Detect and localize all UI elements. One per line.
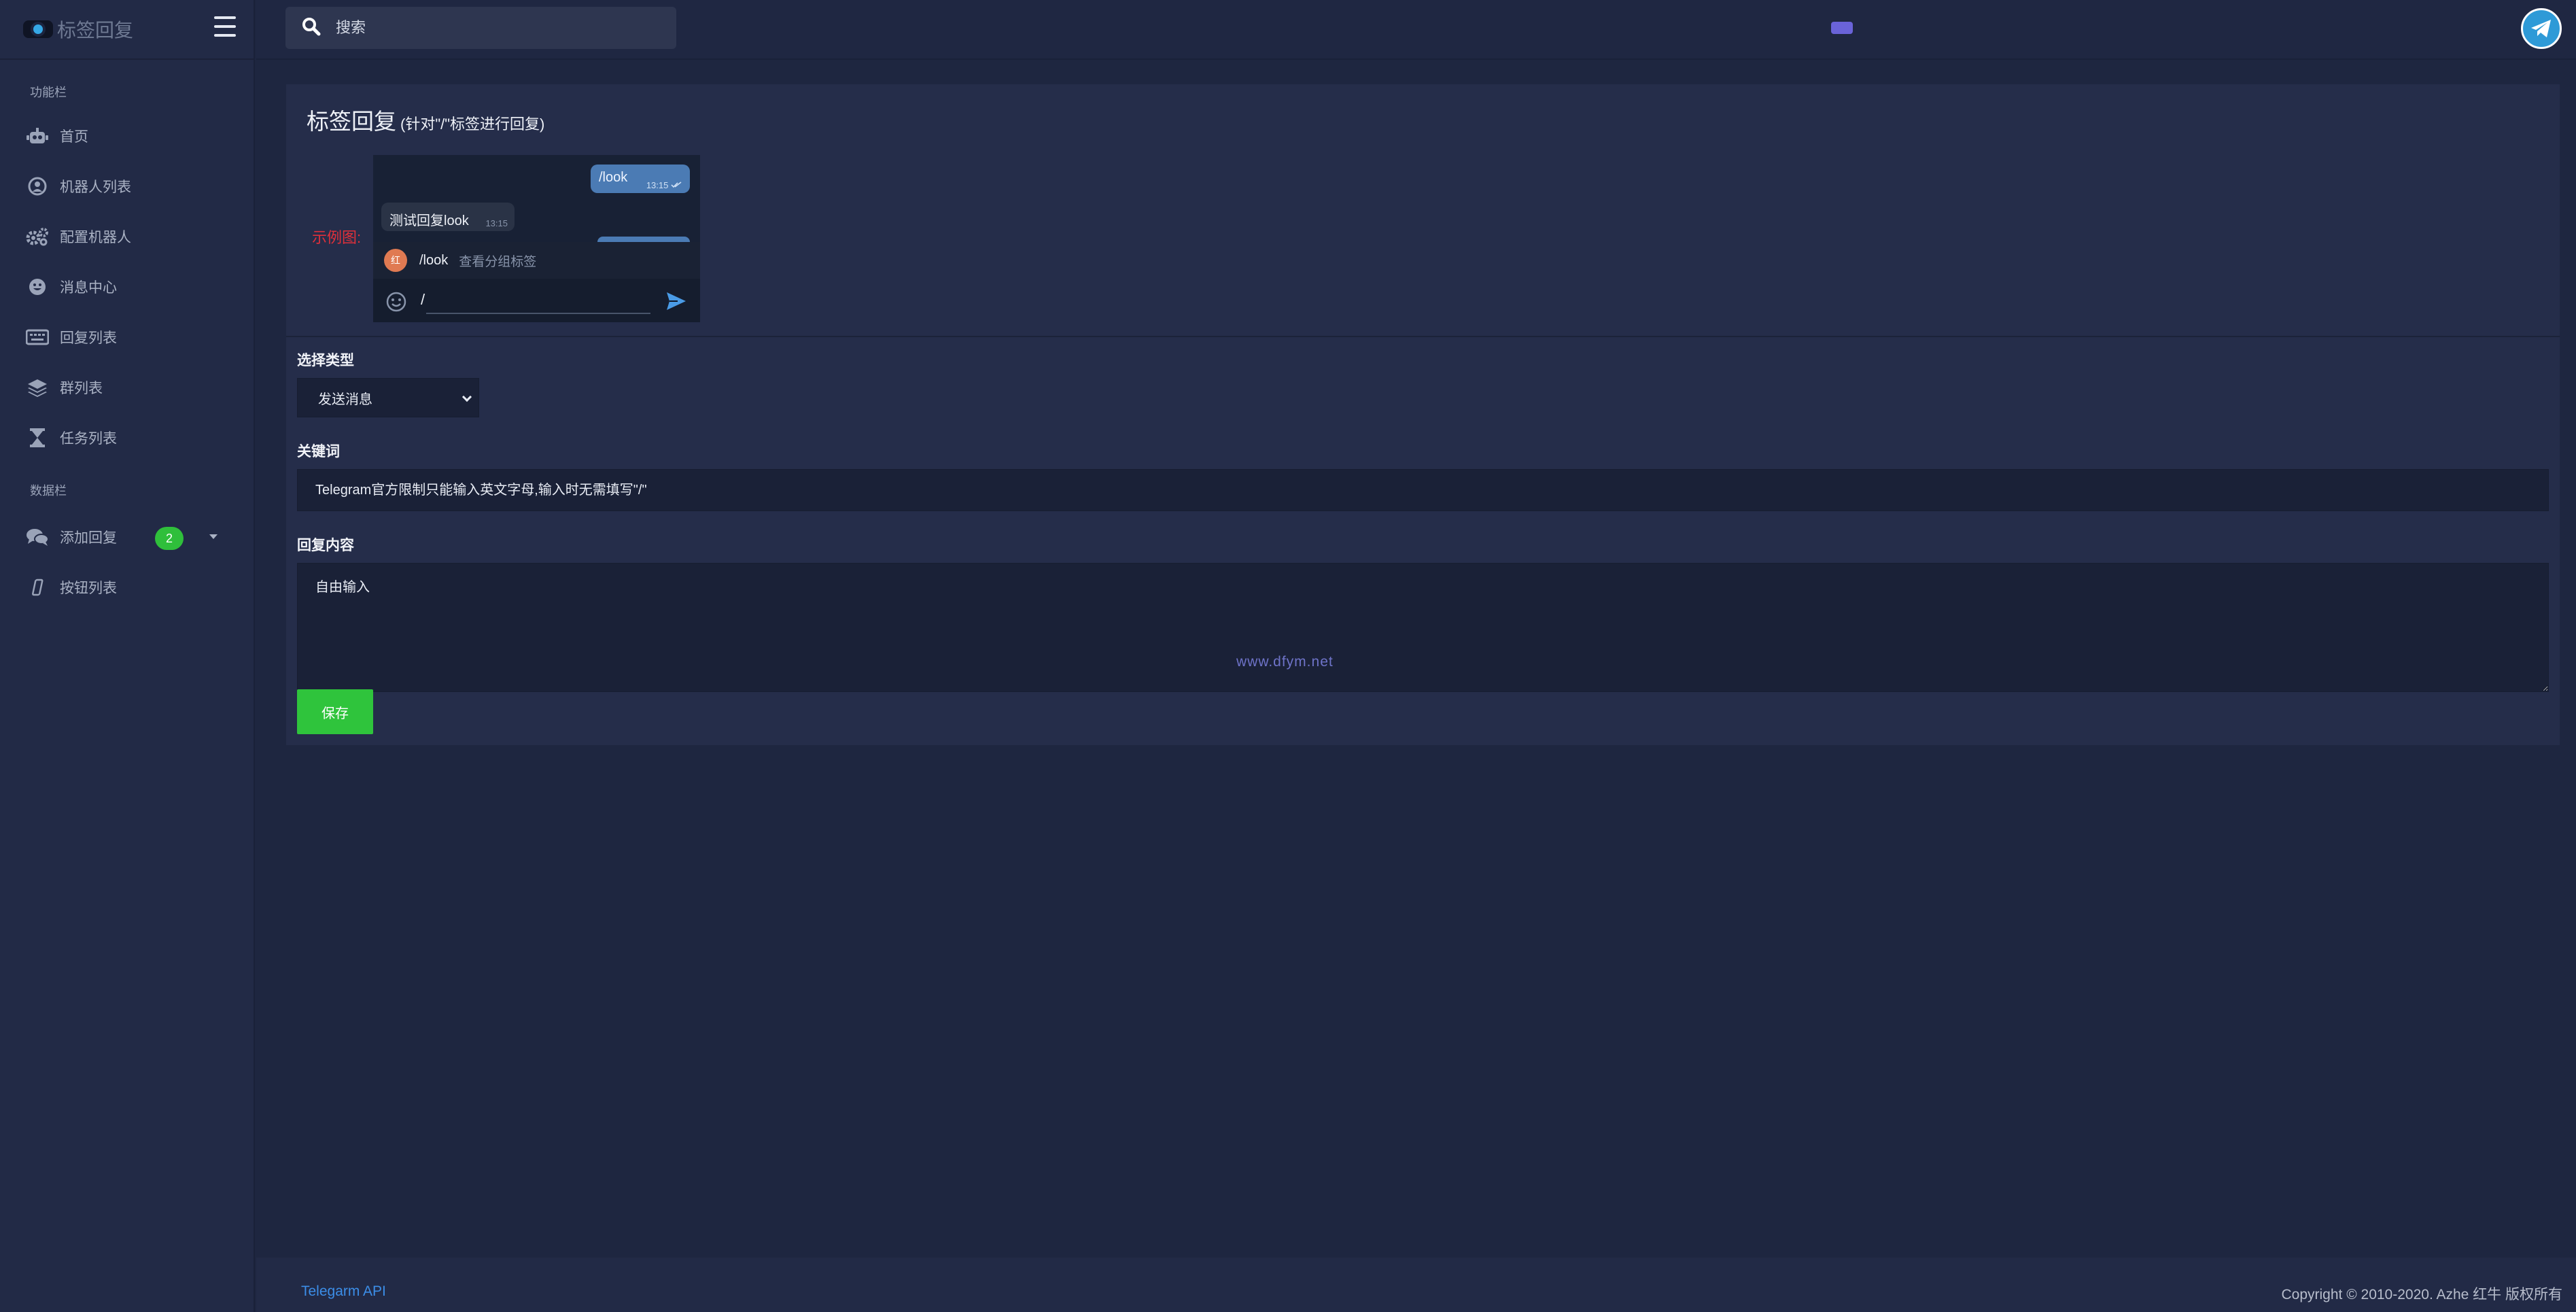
page-title-sub: (针对"/"标签进行回复) bbox=[400, 116, 545, 133]
section-label-functions: 功能栏 bbox=[30, 86, 67, 99]
face-icon bbox=[26, 277, 49, 297]
content-label: 回复内容 bbox=[297, 538, 354, 553]
example-incoming-text: 测试回复look bbox=[389, 213, 469, 228]
telegram-icon[interactable] bbox=[2521, 8, 2562, 49]
avatar: 红 bbox=[384, 249, 407, 272]
brand-logo-icon bbox=[23, 20, 53, 38]
example-label: 示例图: bbox=[312, 229, 362, 246]
sidebar-item-label: 按钮列表 bbox=[60, 581, 117, 596]
topbar bbox=[256, 0, 2576, 60]
example-outgoing-time: 13:15 bbox=[646, 180, 682, 190]
caret-down-icon[interactable] bbox=[209, 534, 217, 539]
telegram-api-link[interactable]: Telegarm API bbox=[301, 1283, 386, 1300]
sidebar-item-bot-list[interactable]: 机器人列表 bbox=[0, 167, 254, 205]
search-box[interactable] bbox=[285, 7, 676, 49]
sidebar-item-label: 添加回复 bbox=[60, 530, 117, 546]
emoji-icon bbox=[385, 291, 407, 316]
example-command-desc: 查看分组标签 bbox=[459, 254, 537, 269]
gears-icon bbox=[26, 226, 49, 247]
user-circle-icon bbox=[26, 176, 49, 196]
example-outgoing-bubble: /look 13:15 bbox=[591, 165, 690, 193]
copyright-text: Copyright © 2010-2020. Azhe 红牛 版权所有 bbox=[2281, 1287, 2563, 1302]
save-button[interactable]: 保存 bbox=[297, 689, 373, 734]
example-incoming-bubble: 测试回复look 13:15 bbox=[381, 203, 515, 231]
section-divider bbox=[286, 336, 2560, 337]
watermark: www.dfym.net bbox=[1236, 654, 1334, 670]
footer: Telegarm API Copyright © 2010-2020. Azhe… bbox=[256, 1258, 2576, 1312]
sidebar-item-group-list[interactable]: 群列表 bbox=[0, 368, 254, 407]
sidebar-item-label: 消息中心 bbox=[60, 280, 117, 296]
example-chat-area: /look 13:15 测试回复look 13:15 bbox=[373, 155, 700, 245]
robot-icon bbox=[26, 126, 49, 146]
type-select[interactable]: 发送消息 bbox=[297, 378, 479, 417]
sidebar-item-button-list[interactable]: 按钮列表 bbox=[0, 568, 254, 606]
sidebar-item-label: 任务列表 bbox=[60, 431, 117, 447]
mobile-icon bbox=[26, 577, 49, 598]
type-select-value: 发送消息 bbox=[318, 392, 372, 407]
chevron-down-icon bbox=[462, 392, 472, 402]
search-icon bbox=[302, 17, 321, 39]
sidebar-item-label: 首页 bbox=[60, 129, 88, 145]
sidebar-item-add-reply[interactable]: 添加回复 2 bbox=[0, 518, 254, 556]
sidebar-item-config-bot[interactable]: 配置机器人 bbox=[0, 218, 254, 256]
example-input-text: / bbox=[421, 291, 425, 308]
sidebar-item-home[interactable]: 首页 bbox=[0, 117, 254, 155]
search-input[interactable] bbox=[336, 19, 662, 37]
reply-form-card: 标签回复 (针对"/"标签进行回复) 示例图: /look 13:15 测试回复l… bbox=[286, 84, 2560, 745]
status-indicator bbox=[1831, 22, 1853, 34]
hourglass-icon bbox=[26, 428, 49, 448]
keyword-label: 关键词 bbox=[297, 444, 340, 460]
sidebar-item-task-list[interactable]: 任务列表 bbox=[0, 419, 254, 457]
example-outgoing-text: /look bbox=[599, 170, 628, 185]
reply-content-textarea[interactable] bbox=[297, 563, 2549, 692]
sidebar-item-label: 配置机器人 bbox=[60, 230, 131, 245]
example-incoming-time: 13:15 bbox=[485, 218, 508, 228]
count-badge: 2 bbox=[155, 527, 184, 550]
section-label-data: 数据栏 bbox=[30, 484, 67, 498]
sidebar: 标签回复 功能栏 首页 机器人列表 配置机器人 消息中心 回复列表 群列表 任务… bbox=[0, 0, 255, 1312]
example-input-underline bbox=[426, 313, 650, 314]
sidebar-item-message-center[interactable]: 消息中心 bbox=[0, 268, 254, 306]
keyword-input[interactable] bbox=[297, 469, 2549, 511]
sidebar-item-reply-list[interactable]: 回复列表 bbox=[0, 318, 254, 356]
sidebar-item-label: 群列表 bbox=[60, 381, 103, 396]
menu-toggle-icon[interactable] bbox=[214, 16, 236, 37]
type-label: 选择类型 bbox=[297, 353, 354, 368]
example-screenshot: /look 13:15 测试回复look 13:15 红 /look 查看分组标… bbox=[373, 155, 700, 322]
app-root: 标签回复 功能栏 首页 机器人列表 配置机器人 消息中心 回复列表 群列表 任务… bbox=[0, 0, 2576, 1312]
example-command-suggestion: 红 /look 查看分组标签 bbox=[373, 242, 700, 279]
keyboard-icon bbox=[26, 327, 49, 347]
example-command-name: /look bbox=[419, 252, 449, 268]
example-input-row: / bbox=[373, 279, 700, 322]
page-title: 标签回复 (针对"/"标签进行回复) bbox=[307, 103, 544, 136]
brand-title: 标签回复 bbox=[57, 20, 134, 41]
sidebar-item-label: 机器人列表 bbox=[60, 179, 131, 195]
layers-icon bbox=[26, 377, 49, 398]
sidebar-item-label: 回复列表 bbox=[60, 330, 117, 346]
send-icon bbox=[665, 291, 687, 315]
comments-icon bbox=[26, 527, 49, 547]
page-title-main: 标签回复 bbox=[307, 109, 396, 134]
